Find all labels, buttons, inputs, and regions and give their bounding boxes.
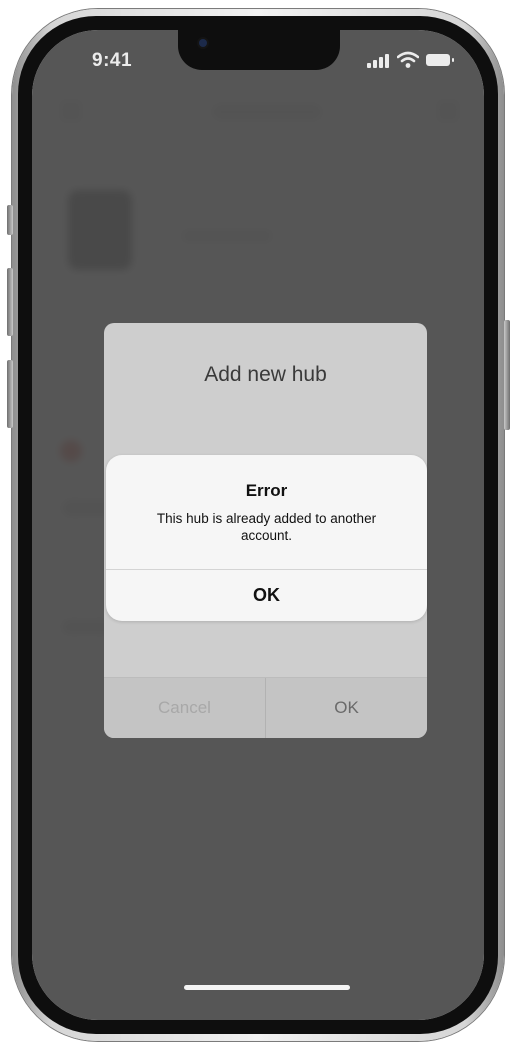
phone-screen: 9:41 Add new hub Cancel OK Error This hu…: [32, 30, 484, 1020]
status-bar: 9:41: [32, 30, 484, 90]
power-button: [504, 320, 510, 430]
front-camera-icon: [199, 39, 207, 47]
error-ok-button[interactable]: OK: [106, 570, 427, 621]
signal-icon: [367, 54, 391, 68]
status-time: 9:41: [92, 50, 133, 71]
add-hub-ok-button[interactable]: OK: [266, 678, 427, 738]
volume-down-button: [7, 360, 13, 428]
error-alert-title: Error: [245, 481, 288, 500]
add-hub-cancel-button[interactable]: Cancel: [104, 678, 266, 738]
volume-up-button: [7, 268, 13, 336]
add-hub-actions: Cancel OK: [104, 677, 427, 738]
silent-switch: [7, 205, 13, 235]
add-hub-title: Add new hub: [204, 363, 327, 386]
notch: [178, 30, 340, 70]
error-alert-message: This hub is already added to another acc…: [156, 511, 377, 543]
battery-icon: [426, 54, 454, 66]
error-alert: Error This hub is already added to anoth…: [106, 455, 427, 621]
home-indicator[interactable]: [184, 985, 350, 990]
wifi-icon: [397, 51, 419, 68]
